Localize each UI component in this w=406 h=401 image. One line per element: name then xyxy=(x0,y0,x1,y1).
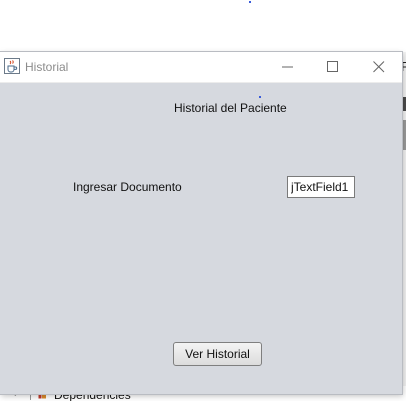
maximize-button[interactable] xyxy=(311,52,355,82)
window-titlebar[interactable]: Historial xyxy=(0,52,402,83)
java-cup-icon xyxy=(4,58,20,74)
close-icon xyxy=(373,61,385,73)
minimize-icon xyxy=(282,66,293,68)
window-content: Historial del Paciente Ingresar Document… xyxy=(0,83,402,394)
desktop: F › Dependencies Historial Historial del… xyxy=(0,0,406,401)
document-label: Ingresar Documento xyxy=(73,180,182,194)
historial-window: Historial Historial del Paciente Ingresa… xyxy=(0,52,402,394)
close-button[interactable] xyxy=(357,52,401,82)
background-ide-scroll-mark xyxy=(402,120,406,150)
content-pixel-mark xyxy=(259,96,261,98)
minimize-button[interactable] xyxy=(266,52,310,82)
window-title: Historial xyxy=(25,60,69,74)
background-pixel-mark xyxy=(249,1,251,3)
maximize-icon xyxy=(327,61,338,72)
document-field[interactable] xyxy=(287,176,355,198)
page-title: Historial del Paciente xyxy=(174,101,287,115)
background-ide-toolbar-mark xyxy=(402,97,406,111)
ver-historial-button[interactable]: Ver Historial xyxy=(173,342,262,366)
